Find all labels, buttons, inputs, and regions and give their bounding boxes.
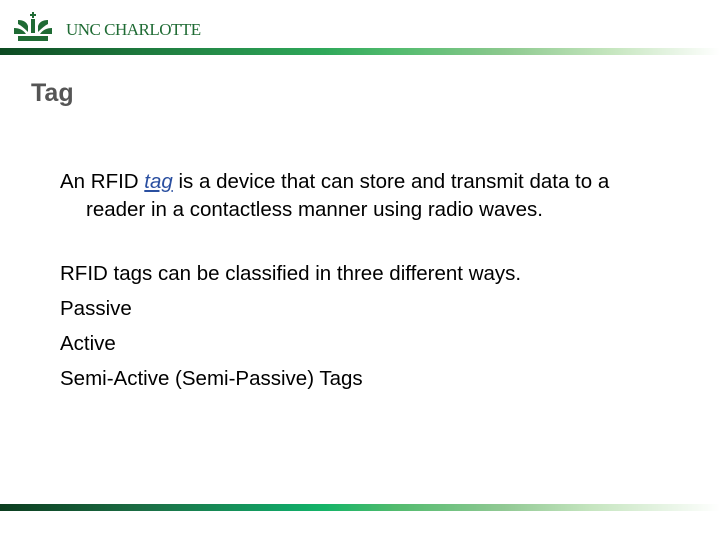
definition-paragraph: An RFID tag is a device that can store a… (60, 168, 680, 224)
list-item: Passive (60, 297, 132, 320)
header-divider (0, 48, 720, 55)
unc-charlotte-crown-icon (14, 12, 52, 41)
classification-list: RFID tags can be classified in three dif… (60, 260, 680, 400)
list-item: Semi-Active (Semi-Passive) Tags (60, 367, 363, 390)
list-item: Active (60, 332, 116, 355)
tag-link[interactable]: tag (144, 170, 173, 193)
slide-body: An RFID tag is a device that can store a… (60, 168, 680, 400)
logo-text: UNC CHARLOTTE (66, 20, 201, 39)
paragraph-line1: is a device that can store and transmit … (172, 170, 610, 193)
footer-divider (0, 504, 720, 511)
university-logo: UNC CHARLOTTE (14, 12, 201, 42)
paragraph-line2: reader in a contactless manner using rad… (86, 198, 543, 221)
list-item: RFID tags can be classified in three dif… (60, 262, 522, 285)
slide-title: Tag (31, 79, 74, 107)
paragraph-prefix: An RFID (60, 170, 145, 193)
